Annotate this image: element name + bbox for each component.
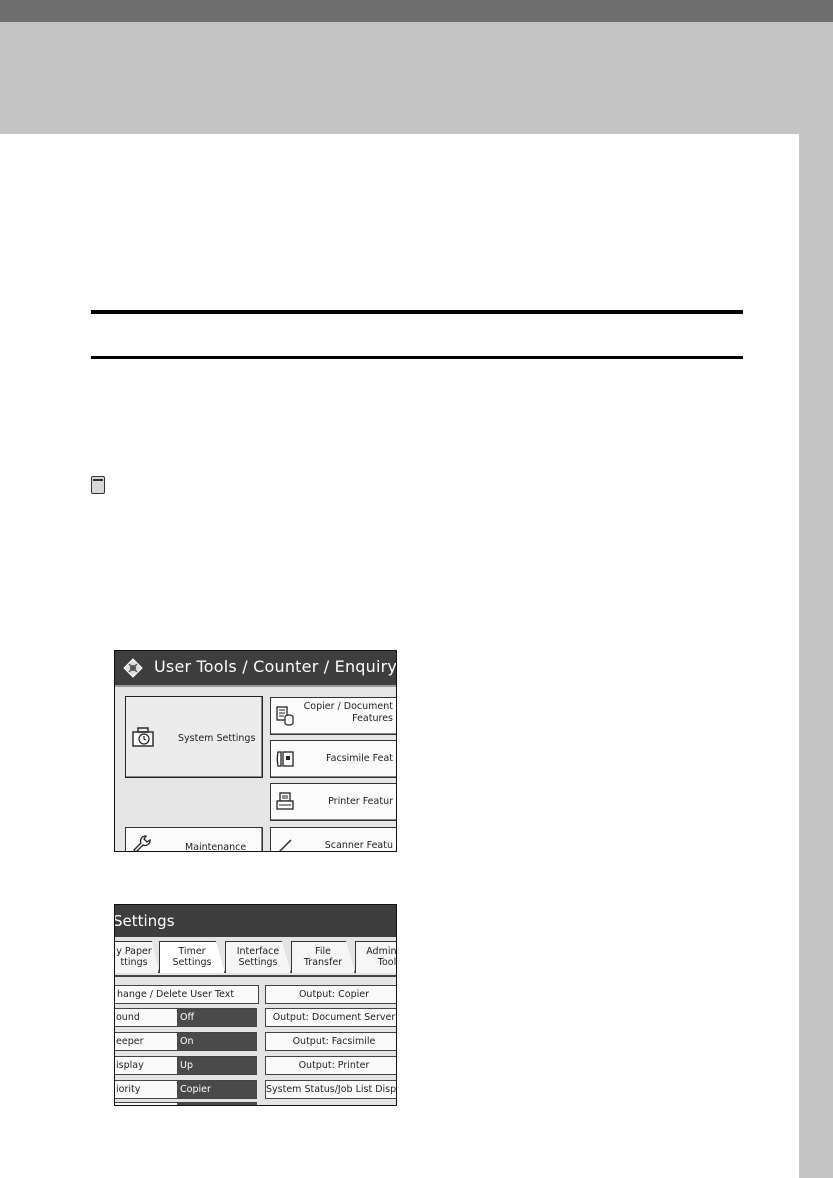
setting-value: Up xyxy=(177,1057,257,1074)
top-band xyxy=(0,0,833,22)
user-tools-title-bar: User Tools / Counter / Enquiry xyxy=(115,651,396,685)
settings-tab-bar: y Paper ttings Timer Settings Interface … xyxy=(115,937,396,977)
system-settings-button[interactable]: System Settings xyxy=(125,696,263,778)
setting-value: On xyxy=(177,1033,257,1050)
tab-label-line2: Settings xyxy=(172,957,212,968)
tab-label-line1: File xyxy=(315,946,331,957)
settings-title: Settings xyxy=(114,912,175,930)
user-tools-icon xyxy=(123,658,143,678)
setting-value: Off xyxy=(177,1009,257,1026)
tab-label-line1: y Paper xyxy=(116,946,152,957)
warm-up-beeper-row[interactable]: eeper On xyxy=(115,1032,257,1051)
tab-interface-settings[interactable]: Interface Settings xyxy=(225,941,291,973)
facsimile-features-button[interactable]: Facsimile Feat xyxy=(270,740,396,778)
setting-value xyxy=(177,1103,257,1105)
function-priority-row[interactable]: iority Copier xyxy=(115,1080,257,1099)
output-printer-button[interactable]: Output: Printer xyxy=(265,1056,396,1075)
tab-label-line2: ttings xyxy=(120,957,148,968)
copier-label-line2: Features xyxy=(352,713,393,724)
tab-label-line2: Tool xyxy=(377,957,397,968)
scanner-features-button[interactable]: Scanner Featu xyxy=(270,827,396,851)
system-settings-screen: Settings y Paper ttings Timer Settings I… xyxy=(114,904,397,1106)
tab-file-transfer[interactable]: File Transfer xyxy=(291,941,355,973)
facsimile-icon xyxy=(276,751,294,767)
tab-tray-paper-settings[interactable]: y Paper ttings xyxy=(115,941,159,973)
tab-label-line1: Administ xyxy=(366,946,397,957)
section-rule-top xyxy=(91,310,743,314)
change-delete-user-text-button[interactable]: hange / Delete User Text xyxy=(115,985,259,1004)
user-tools-screen: User Tools / Counter / Enquiry System Se… xyxy=(114,650,397,852)
tab-label-line1: Timer xyxy=(178,946,206,957)
tab-label-line2: Settings xyxy=(238,957,278,968)
settings-list: hange / Delete User Text ound Off eeper … xyxy=(115,977,396,1105)
facsimile-label: Facsimile Feat xyxy=(326,753,393,764)
setting-label: eeper xyxy=(116,1036,144,1047)
settings-title-bar: Settings xyxy=(115,905,396,937)
printer-features-button[interactable]: Printer Featur xyxy=(270,783,396,821)
setting-value: Copier xyxy=(177,1081,257,1098)
copier-document-label: Copier / Document Features xyxy=(304,701,393,725)
user-tools-title: User Tools / Counter / Enquiry xyxy=(154,657,397,676)
section-rule-bottom xyxy=(91,356,743,359)
scanner-icon xyxy=(279,839,292,851)
output-copier-button[interactable]: Output: Copier xyxy=(265,985,396,1004)
system-status-job-list-display-button[interactable]: System Status/Job List Display xyxy=(265,1080,396,1099)
chapter-header-band xyxy=(0,22,833,134)
side-thumb-tab xyxy=(799,134,833,1178)
system-settings-label: System Settings xyxy=(178,733,256,744)
tab-label-line1: Interface xyxy=(236,946,280,957)
copier-document-features-button[interactable]: Copier / Document Features xyxy=(270,697,396,735)
copier-label-line1: Copier / Document xyxy=(303,701,393,712)
tab-timer-settings[interactable]: Timer Settings xyxy=(159,941,225,973)
note-icon xyxy=(91,476,105,494)
panel-key-sound-row[interactable]: ound Off xyxy=(115,1008,257,1027)
clock-toolbox-icon xyxy=(132,727,154,747)
maintenance-label: Maintenance xyxy=(185,842,247,852)
setting-label: ound xyxy=(116,1012,140,1023)
maintenance-button[interactable]: Maintenance xyxy=(125,827,263,852)
wrench-icon xyxy=(133,835,151,851)
setting-label: iority xyxy=(116,1084,141,1095)
copy-count-display-row[interactable]: isplay Up xyxy=(115,1056,257,1075)
tab-administrator-tools[interactable]: Administ Tool xyxy=(355,941,397,973)
setting-label: isplay xyxy=(116,1060,144,1071)
output-facsimile-button[interactable]: Output: Facsimile xyxy=(265,1032,396,1051)
output-document-server-button[interactable]: Output: Document Server xyxy=(265,1008,396,1027)
next-setting-row[interactable] xyxy=(115,1102,257,1105)
tab-label-line2: Transfer xyxy=(303,957,343,968)
scanner-label: Scanner Featu xyxy=(324,840,393,851)
printer-icon xyxy=(276,792,294,810)
printer-label: Printer Featur xyxy=(328,796,393,807)
copier-icon xyxy=(276,706,294,726)
